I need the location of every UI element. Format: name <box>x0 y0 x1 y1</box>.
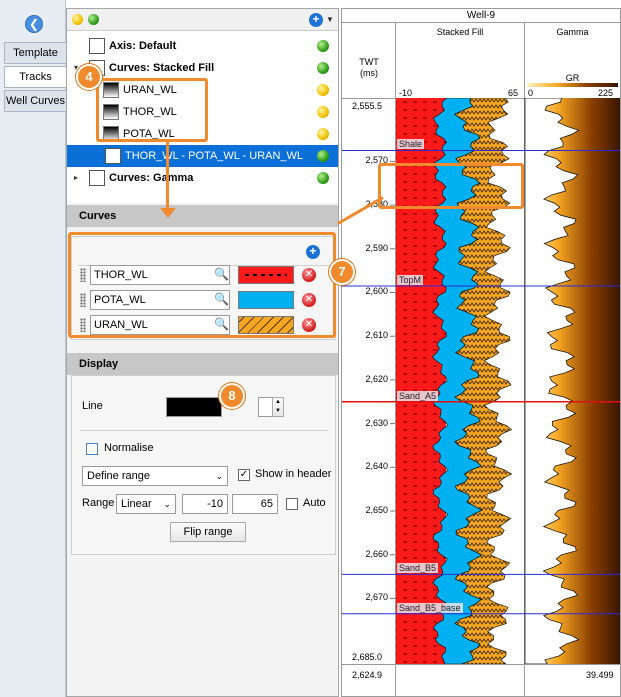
tree-item-axis[interactable]: Axis: Default <box>67 35 338 57</box>
status-green-icon <box>88 14 99 25</box>
auto-checkbox[interactable] <box>286 498 298 510</box>
track2-footer-value: 39.499 <box>586 670 614 680</box>
track1-max: 65 <box>508 88 519 98</box>
status-green-icon <box>317 40 329 52</box>
gamma-colorbar <box>527 83 618 87</box>
auto-label: Auto <box>303 497 326 509</box>
flip-range-button[interactable]: Flip range <box>170 522 246 542</box>
track2-max: 225 <box>598 88 614 98</box>
callout-box-log-interval <box>378 163 524 209</box>
axis-footer-value: 2,624.9 <box>352 670 383 680</box>
tree-item-label: Curves: Stacked Fill <box>109 62 215 74</box>
display-section-header[interactable]: Display <box>67 353 338 375</box>
track-title-stacked-fill: Stacked Fill <box>436 27 484 37</box>
track1-min: -10 <box>399 88 413 98</box>
chevron-down-icon: ⌄ <box>215 471 223 481</box>
back-arrow-icon[interactable]: ❮ <box>25 15 43 33</box>
marker-label[interactable]: Shale <box>397 139 425 150</box>
callout-badge-7: 7 <box>329 259 355 285</box>
scale-value: Linear <box>121 498 152 510</box>
callout-arrow-line <box>166 142 169 214</box>
range-label: Range <box>82 497 115 509</box>
show-in-header-checkbox[interactable]: ✓ <box>238 469 250 481</box>
normalise-checkbox[interactable] <box>86 443 98 455</box>
marker-label[interactable]: Sand_B5_base <box>397 602 463 613</box>
display-settings: Line 1 ▲▼ Normalise Define range⌄ ✓ Show… <box>71 375 336 555</box>
range-mode-value: Define range <box>87 470 150 482</box>
curves-section-header[interactable]: Curves <box>67 205 338 227</box>
stack-icon <box>105 148 121 164</box>
callout-badge-8: 8 <box>219 383 245 409</box>
tree-item-gamma[interactable]: ▸ Curves: Gamma <box>67 167 338 189</box>
range-mode-select[interactable]: Define range ⌄ <box>82 466 228 486</box>
tab-template[interactable]: Template <box>4 42 66 64</box>
well-log-view[interactable]: Well-9 TWT (ms) Stacked Fill -10 65 Gamm… <box>341 8 621 697</box>
status-yellow-icon <box>317 106 329 118</box>
line-color-picker[interactable] <box>166 397 222 417</box>
callout-box-curves-list <box>68 232 336 338</box>
callout-badge-4: 4 <box>76 64 102 90</box>
tree-item-label: Axis: Default <box>109 40 177 52</box>
well-title: Well-9 <box>342 9 620 23</box>
add-track-button[interactable]: + <box>309 13 323 27</box>
chevron-right-icon[interactable]: ▸ <box>74 167 78 189</box>
divider <box>80 430 328 431</box>
tab-tracks[interactable]: Tracks <box>4 66 66 88</box>
status-yellow-icon <box>317 128 329 140</box>
marker-label[interactable]: TopM <box>397 274 424 285</box>
line-label: Line <box>82 400 103 412</box>
marker-label[interactable]: Sand_B5 <box>397 563 439 574</box>
tree-item-label: Curves: Gamma <box>109 172 194 184</box>
tree-item-stack-combined[interactable]: THOR_WL - POTA_WL - URAN_WL <box>67 145 338 167</box>
normalise-label: Normalise <box>104 442 154 454</box>
axis-icon <box>89 38 105 54</box>
arrow-down-icon <box>160 208 176 218</box>
scale-select[interactable]: Linear ⌄ <box>116 494 176 514</box>
status-yellow-icon <box>72 14 83 25</box>
tree-toolbar: + ▼ <box>67 9 338 31</box>
track-title-gamma: Gamma <box>556 27 589 37</box>
show-in-header-label: Show in header <box>255 468 332 480</box>
track2-curve: GR <box>565 73 580 83</box>
tab-well-curves[interactable]: Well Curves <box>4 90 66 112</box>
range-min-field[interactable]: -10 <box>182 494 228 514</box>
chevron-down-icon: ⌄ <box>163 499 171 509</box>
track2-min: 0 <box>528 88 534 98</box>
status-green-icon <box>317 172 329 184</box>
status-yellow-icon <box>317 84 329 96</box>
tree-item-stacked-fill[interactable]: ▾ Curves: Stacked Fill <box>67 57 338 79</box>
side-tab-strip: ❮ Template Tracks Well Curves <box>0 0 66 697</box>
status-green-icon <box>317 62 329 74</box>
footer-divider <box>342 664 620 665</box>
chevron-down-icon[interactable]: ▼ <box>326 15 334 24</box>
gamma-icon <box>89 170 105 186</box>
line-width-stepper[interactable]: ▲ ▼ <box>272 397 284 417</box>
callout-box-tree-curves <box>96 78 208 142</box>
tree-item-label: THOR_WL - POTA_WL - URAN_WL <box>125 150 304 162</box>
status-green-icon <box>317 150 329 162</box>
marker-label[interactable]: Sand_A5 <box>397 390 439 401</box>
range-max-field[interactable]: 65 <box>232 494 278 514</box>
axis-header: TWT (ms) <box>359 57 379 78</box>
